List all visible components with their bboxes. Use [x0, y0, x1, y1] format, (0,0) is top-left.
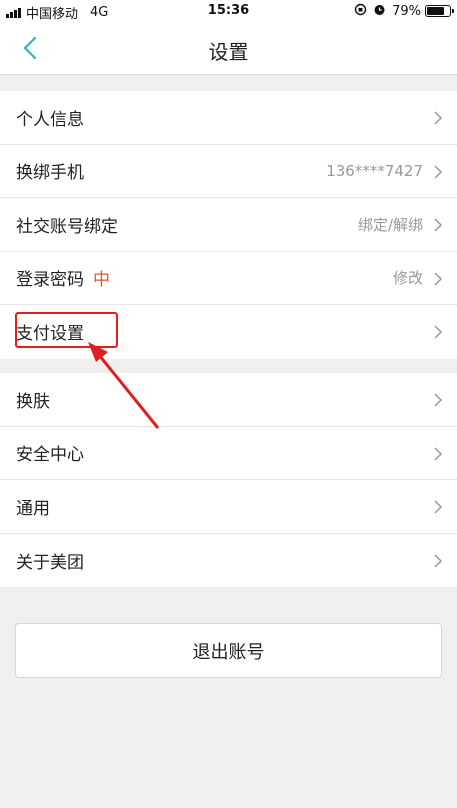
battery-icon [425, 5, 454, 17]
page-title: 设置 [208, 40, 249, 64]
battery-percent: 79% [392, 3, 421, 19]
nav-bar: 设置 [0, 22, 457, 75]
row-change-phone[interactable]: 换绑手机 136****7427 [0, 145, 457, 198]
status-bar: 中国移动 4G 15:36 79% [0, 0, 457, 22]
row-security-center[interactable]: 安全中心 [0, 427, 457, 480]
chevron-right-icon [434, 393, 443, 407]
chevron-right-icon [434, 325, 443, 339]
chevron-right-icon [434, 111, 443, 125]
row-value: 绑定/解绑 [357, 215, 423, 234]
row-login-password[interactable]: 登录密码 中 修改 [0, 252, 457, 305]
row-skin[interactable]: 换肤 [0, 373, 457, 427]
phone-number: 136****7427 [326, 161, 423, 180]
chevron-right-icon [434, 164, 443, 179]
chevron-right-icon [434, 553, 443, 568]
row-label: 登录密码 [16, 270, 84, 291]
row-value: 修改 [392, 269, 423, 288]
row-label: 个人信息 [16, 109, 84, 130]
logout-button[interactable]: 退出账号 [15, 623, 442, 678]
chevron-right-icon [434, 218, 443, 232]
row-label: 社交账号绑定 [16, 216, 118, 237]
chevron-right-icon [434, 500, 443, 514]
row-social-binding[interactable]: 社交账号绑定 绑定/解绑 [0, 198, 457, 252]
row-about[interactable]: 关于美团 [0, 534, 457, 588]
row-label: 安全中心 [16, 445, 84, 466]
row-label: 关于美团 [16, 552, 84, 573]
alarm-icon [373, 3, 386, 19]
row-general[interactable]: 通用 [0, 480, 457, 534]
settings-group-general: 换肤 安全中心 通用 关于美团 [0, 373, 457, 587]
chevron-right-icon [434, 446, 443, 461]
row-label: 换绑手机 [16, 163, 84, 184]
row-personal-info[interactable]: 个人信息 [0, 91, 457, 145]
rotation-lock-icon [354, 3, 367, 19]
annotation-highlight-box [15, 312, 118, 348]
row-label: 换肤 [16, 391, 50, 412]
password-strength-badge: 中 [93, 270, 110, 291]
row-label: 通用 [16, 498, 50, 519]
chevron-right-icon [434, 271, 443, 286]
